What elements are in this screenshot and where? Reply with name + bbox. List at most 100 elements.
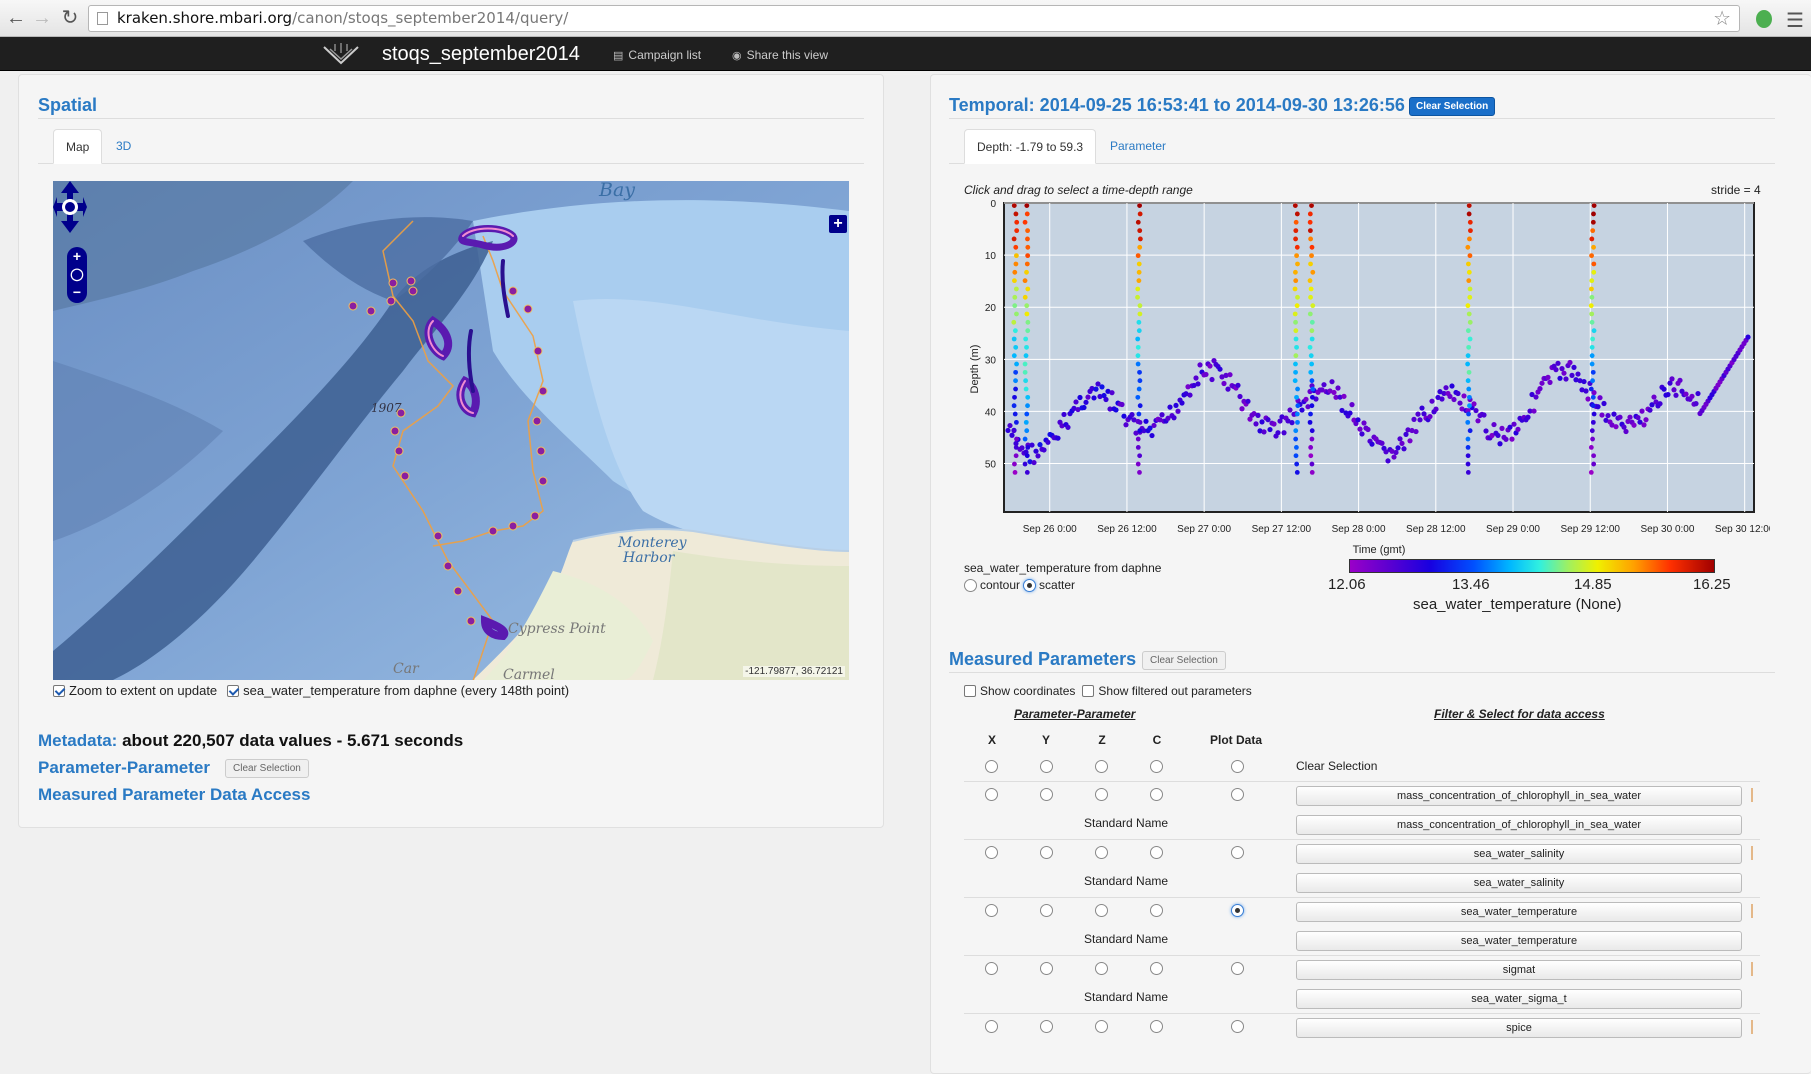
z-radio[interactable] [1095,1020,1108,1033]
address-bar[interactable]: kraken.shore.mbari.org/canon/stoqs_septe… [88,5,1740,32]
c-radio-clear[interactable] [1150,760,1163,773]
y-radio[interactable] [1040,1020,1053,1033]
bookmark-star-icon[interactable]: ☆ [1713,6,1731,31]
filter-handle[interactable] [1751,904,1753,918]
plot-radio[interactable] [1231,788,1244,801]
clear-selection-button-temporal[interactable]: Clear Selection [1409,97,1496,116]
data-point [1466,386,1472,392]
filter-handle[interactable] [1751,846,1753,860]
data-point [1359,431,1365,437]
globe-icon[interactable]: ◯ [67,265,87,283]
plot-radio-clear[interactable] [1231,760,1244,773]
data-point [1588,386,1594,392]
data-point [1012,303,1018,309]
x-radio[interactable] [985,846,998,859]
contour-radio[interactable] [964,578,977,592]
data-point [1091,395,1097,401]
tab-parameter[interactable]: Parameter [1098,129,1178,163]
zoom-control[interactable]: + ◯ − [67,247,87,303]
standard-name-button[interactable]: sea_water_salinity [1296,873,1742,893]
parameter-button[interactable]: sigmat [1296,960,1742,980]
y-radio[interactable] [1040,904,1053,917]
data-point [1631,422,1637,428]
x-radio[interactable] [985,788,998,801]
x-radio[interactable] [985,904,998,917]
browser-menu-icon[interactable]: ☰ [1786,8,1804,33]
show-filtered-checkbox[interactable] [1082,685,1095,697]
plot-radio[interactable] [1231,962,1244,975]
forward-icon[interactable]: → [30,6,54,30]
plot-canvas[interactable]: 0 10 20 30 40 50 Sep 26 0:00 Sep 26 12:00 Sep 2… [964,179,1770,609]
plot-radio[interactable] [1231,846,1244,859]
tab-depth[interactable]: Depth: -1.79 to 59.3 [964,129,1097,164]
tab-3d[interactable]: 3D [104,129,143,163]
plot-radio[interactable] [1231,904,1244,917]
browser-toolbar: ← → ↻ kraken.shore.mbari.org/canon/stoqs… [0,0,1811,37]
data-point [1591,211,1596,217]
clear-selection-button-pp[interactable]: Clear Selection [225,759,309,778]
parameter-parameter-link[interactable]: Parameter-Parameter [38,758,210,778]
y-radio[interactable] [1040,788,1053,801]
metadata-heading[interactable]: Metadata: about 220,507 data values - 5.… [38,731,463,751]
tab-map[interactable]: Map [53,129,103,164]
zoom-extent-checkbox[interactable] [53,684,65,697]
y-radio-clear[interactable] [1040,760,1053,773]
data-point [1329,379,1335,385]
campaign-list-link[interactable]: ▤ Campaign list [613,48,701,62]
clear-selection-row-label: Clear Selection [1296,759,1378,773]
reload-icon[interactable]: ↻ [58,6,82,30]
plot-area[interactable] [1003,202,1755,513]
c-radio[interactable] [1150,962,1163,975]
filter-handle[interactable] [1751,962,1753,976]
time-depth-plot[interactable]: 0 10 20 30 40 50 Sep 26 0:00 Sep 26 12:00 Sep 2… [964,179,1770,609]
y-radio[interactable] [1040,962,1053,975]
standard-name-button[interactable]: sea_water_sigma_t [1296,989,1742,1009]
parameter-button[interactable]: spice [1296,1018,1742,1038]
map-canvas[interactable] [53,181,849,680]
data-point [1129,412,1135,418]
z-radio[interactable] [1095,846,1108,859]
zoom-in-icon[interactable]: + [67,247,87,265]
app-title[interactable]: stoqs_september2014 [382,43,580,66]
back-icon[interactable]: ← [4,6,28,30]
c-radio[interactable] [1150,788,1163,801]
c-radio[interactable] [1150,904,1163,917]
parameter-button[interactable]: sea_water_temperature [1296,902,1742,922]
data-point [1294,461,1300,467]
x-radio[interactable] [985,1020,998,1033]
c-radio[interactable] [1150,846,1163,859]
map-view[interactable]: Bay Monterey Harbor Cypress Point 1907 C… [53,181,849,680]
y-radio[interactable] [1040,846,1053,859]
parameter-button[interactable]: sea_water_salinity [1296,844,1742,864]
data-access-link[interactable]: Measured Parameter Data Access [38,785,310,805]
data-point [1335,385,1341,391]
filter-handle[interactable] [1751,1020,1753,1034]
z-radio[interactable] [1095,904,1108,917]
data-point [1011,403,1017,409]
x-radio-clear[interactable] [985,760,998,773]
z-radio[interactable] [1095,788,1108,801]
clear-selection-button-measured[interactable]: Clear Selection [1142,651,1226,670]
share-view-link[interactable]: ◉ Share this view [732,48,828,62]
scatter-radio[interactable] [1023,578,1037,592]
extension-icon[interactable] [1756,10,1772,28]
z-radio-clear[interactable] [1095,760,1108,773]
standard-name-button[interactable]: sea_water_temperature [1296,931,1742,951]
z-radio[interactable] [1095,962,1108,975]
data-point [1239,406,1245,412]
data-point [1601,400,1607,407]
stoqs-logo-icon[interactable] [322,41,360,67]
layer-checkbox[interactable] [227,684,240,697]
plot-radio[interactable] [1231,1020,1244,1033]
zoom-out-icon[interactable]: − [67,283,87,301]
x-radio[interactable] [985,962,998,975]
show-coords-checkbox[interactable] [964,685,976,697]
c-radio[interactable] [1150,1020,1163,1033]
filter-handle[interactable] [1751,788,1753,802]
layer-switcher-icon[interactable]: + [829,215,847,233]
parameter-button[interactable]: mass_concentration_of_chlorophyll_in_sea… [1296,786,1742,806]
standard-name-button[interactable]: mass_concentration_of_chlorophyll_in_sea… [1296,815,1742,835]
data-point [1024,428,1030,434]
pan-control[interactable] [53,181,87,233]
zoom-extent-option[interactable]: Zoom to extent on update sea_water_tempe… [53,683,569,698]
